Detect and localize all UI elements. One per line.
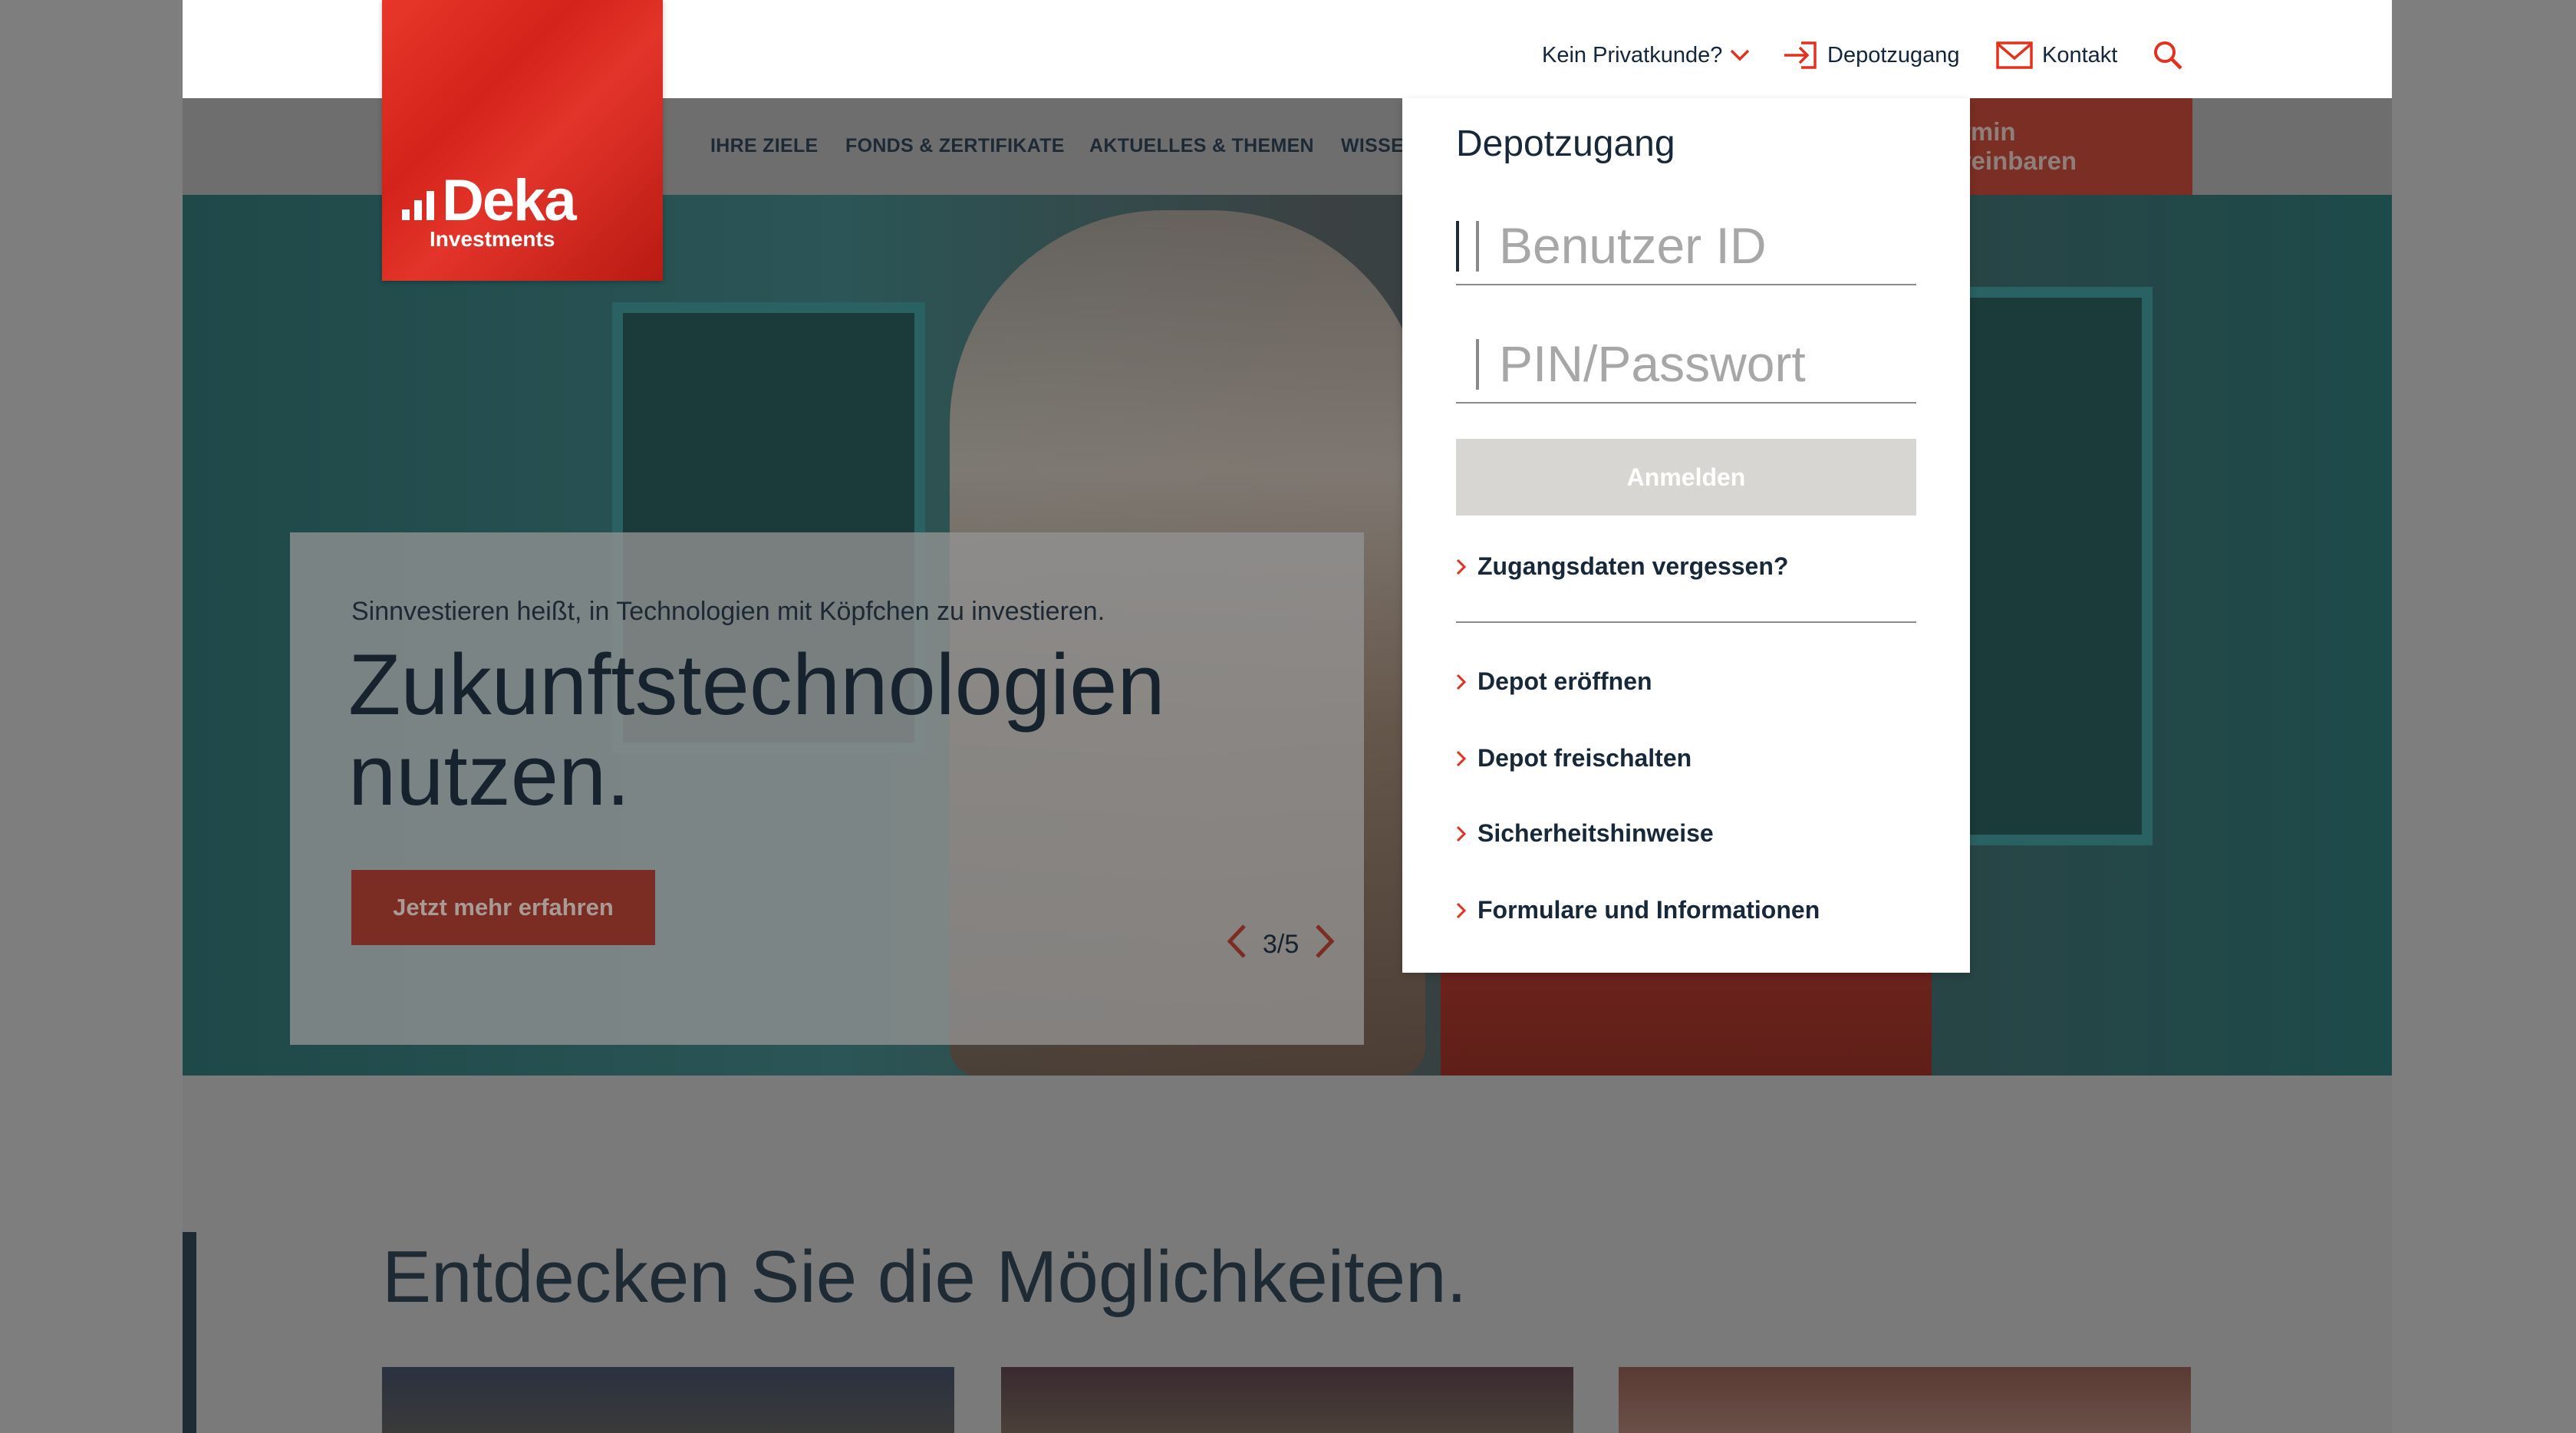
login-button[interactable]: Anmelden <box>1456 439 1916 516</box>
pin-input[interactable] <box>1456 327 1916 400</box>
logo-bars-icon <box>402 191 439 220</box>
depot-access-link[interactable]: Depotzugang <box>1783 38 1960 72</box>
security-notes-link[interactable]: Sicherheitshinweise <box>1456 819 1714 848</box>
chevron-right-icon[interactable] <box>1314 924 1336 966</box>
contact-link[interactable]: Kontakt <box>1996 38 2117 72</box>
chevron-right-icon <box>1456 750 1467 767</box>
hero-headline: Zukunftstechnologien nutzen. <box>348 637 1165 823</box>
mail-icon <box>1996 41 2033 69</box>
logo-wordmark: Deka <box>402 167 577 234</box>
chevron-right-icon <box>1456 902 1467 919</box>
activate-depot-link[interactable]: Depot freischalten <box>1456 744 1692 773</box>
not-private-customer-toggle[interactable]: Kein Privatkunde? <box>1542 38 1750 72</box>
forgot-credentials-link[interactable]: Zugangsdaten vergessen? <box>1456 552 1788 581</box>
not-private-label: Kein Privatkunde? <box>1542 42 1723 68</box>
teaser-tile-image[interactable] <box>382 1367 954 1433</box>
panel-divider <box>1456 621 1916 623</box>
teaser-tile-image[interactable] <box>1619 1367 2191 1433</box>
deka-logo[interactable]: Deka Investments <box>382 0 663 281</box>
nav-item-funds[interactable]: FONDS & ZERTIFIKATE <box>845 135 1065 157</box>
logo-subtitle: Investments <box>430 227 555 251</box>
hero-cta-button[interactable]: Jetzt mehr erfahren <box>351 870 655 945</box>
depot-login-panel: Depotzugang Anmelden Zugangsdaten verges… <box>1402 98 1970 973</box>
chevron-right-icon <box>1456 825 1467 842</box>
section-title: Entdecken Sie die Möglichkeiten. <box>382 1236 1468 1318</box>
user-id-input[interactable] <box>1456 209 1916 282</box>
hero-kicker: Sinnvestieren heißt, in Technologien mit… <box>351 597 1105 626</box>
hero-pager: 3/5 <box>1218 924 1343 966</box>
open-depot-link[interactable]: Depot eröffnen <box>1456 667 1652 696</box>
chevron-down-icon <box>1730 48 1750 62</box>
appointment-button[interactable]: Termin vereinbaren <box>1933 98 2192 195</box>
pin-field[interactable] <box>1456 327 1916 404</box>
hero-teaser-card: Sinnvestieren heißt, in Technologien mit… <box>290 532 1364 1045</box>
chevron-right-icon <box>1456 674 1467 690</box>
section-accent-bar <box>183 1232 196 1433</box>
contact-label: Kontakt <box>2042 42 2118 68</box>
chevron-right-icon <box>1456 558 1467 575</box>
pager-count: 3/5 <box>1263 930 1300 959</box>
depot-access-label: Depotzugang <box>1827 42 1960 68</box>
teaser-tile-image[interactable] <box>1001 1367 1573 1433</box>
chevron-left-icon[interactable] <box>1226 924 1247 966</box>
forms-info-link[interactable]: Formulare und Informationen <box>1456 896 1820 924</box>
user-id-field[interactable] <box>1456 209 1916 285</box>
login-arrow-icon <box>1783 40 1818 71</box>
nav-item-goals[interactable]: IHRE ZIELE <box>710 135 819 157</box>
search-icon <box>2153 40 2183 71</box>
panel-title: Depotzugang <box>1456 124 1675 164</box>
nav-item-news[interactable]: AKTUELLES & THEMEN <box>1089 135 1314 157</box>
search-button[interactable] <box>2153 38 2192 72</box>
